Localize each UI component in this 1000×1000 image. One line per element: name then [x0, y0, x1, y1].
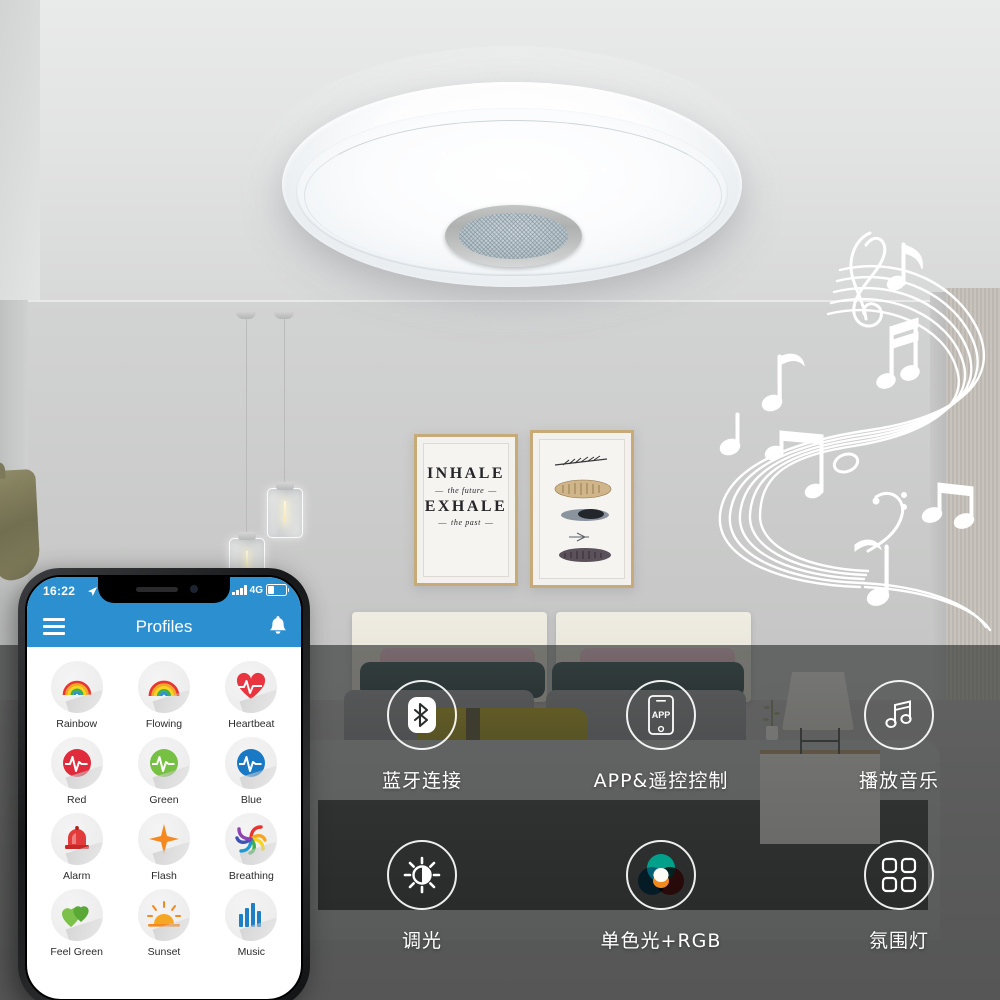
- bell-icon[interactable]: [267, 615, 289, 637]
- feature-bluetooth[interactable]: 蓝牙连接: [347, 680, 497, 793]
- color-swirl-icon: [225, 813, 278, 865]
- svg-text:APP: APP: [652, 710, 671, 720]
- profile-item-flash[interactable]: Flash: [120, 813, 207, 882]
- phone-screen: 16:22 4G Profiles Rainbow Flowing Heartb…: [25, 575, 303, 1000]
- status-time: 16:22: [43, 584, 76, 598]
- rgb-color-circles-icon: [626, 840, 696, 910]
- app-phone-icon: APP: [626, 680, 696, 750]
- profiles-grid-container: Rainbow Flowing Heartbeat Red Green Blue…: [27, 647, 301, 958]
- sunset-icon: [137, 889, 190, 941]
- feature-label: APP&遥控控制: [593, 770, 729, 792]
- poster-text-block: INHALE the future EXHALE the past: [417, 465, 515, 530]
- feature-label: 单色光+RGB: [600, 930, 722, 952]
- product-marketing-image: INHALE the future EXHALE the past: [0, 0, 1000, 1000]
- profile-label: Red: [67, 794, 87, 806]
- hamburger-menu-icon[interactable]: [43, 618, 65, 639]
- signal-bars-icon: [232, 585, 247, 595]
- profile-item-green[interactable]: Green: [120, 737, 207, 806]
- poster-line-inhale: INHALE: [426, 465, 506, 482]
- pendant-wire: [284, 318, 285, 488]
- green-pulse-icon: [137, 737, 190, 789]
- app-navbar: Profiles: [27, 607, 301, 647]
- profile-item-rainbow[interactable]: Rainbow: [33, 661, 120, 730]
- feature-ambient-light[interactable]: 氛围灯: [824, 840, 974, 953]
- profile-label: Music: [237, 946, 266, 958]
- earpiece-speaker: [136, 587, 178, 592]
- feature-play-music[interactable]: 播放音乐: [824, 680, 974, 793]
- music-bars-icon: [225, 889, 278, 941]
- green-hearts-icon: [50, 889, 103, 941]
- profile-item-sunset[interactable]: Sunset: [120, 889, 207, 958]
- heart-pulse-icon: [225, 661, 278, 713]
- network-label: 4G: [249, 584, 263, 596]
- feature-rgb[interactable]: 单色光+RGB: [586, 840, 736, 953]
- profile-item-music[interactable]: Music: [208, 889, 295, 958]
- pendant-filament: [284, 501, 286, 523]
- profile-label: Blue: [240, 794, 262, 806]
- status-right-cluster: 4G: [232, 584, 289, 596]
- pendant-lamp-right: [267, 482, 303, 538]
- blue-pulse-icon: [225, 737, 278, 789]
- front-camera: [190, 585, 198, 593]
- wall-art-poster-text: INHALE the future EXHALE the past: [414, 434, 518, 586]
- red-pulse-icon: [50, 737, 103, 789]
- location-arrow-icon: [87, 586, 98, 597]
- poster-line-the-future: the future: [417, 486, 515, 495]
- feature-label: 调光: [401, 930, 442, 952]
- wall-art-poster-feathers: [530, 430, 634, 588]
- ceiling-corner: [0, 0, 40, 330]
- profile-item-feel-green[interactable]: Feel Green: [33, 889, 120, 958]
- lamp-speaker: [445, 205, 582, 267]
- profile-item-heartbeat[interactable]: Heartbeat: [208, 661, 295, 730]
- profile-label: Feel Green: [50, 946, 103, 958]
- rainbow-icon: [50, 661, 103, 713]
- profile-label: Flash: [151, 870, 177, 882]
- bluetooth-icon: [387, 680, 457, 750]
- profile-item-flowing[interactable]: Flowing: [120, 661, 207, 730]
- feature-app-remote[interactable]: APP APP&遥控控制: [586, 680, 736, 793]
- poster-line-the-past: the past: [417, 518, 515, 527]
- hanging-garment: [0, 468, 41, 582]
- feature-label: 播放音乐: [858, 770, 939, 792]
- profile-item-breathing[interactable]: Breathing: [208, 813, 295, 882]
- music-note-icon: [864, 680, 934, 750]
- pendant-collar: [276, 482, 294, 490]
- profile-item-alarm[interactable]: Alarm: [33, 813, 120, 882]
- alarm-siren-icon: [50, 813, 103, 865]
- smartphone-mockup: 16:22 4G Profiles Rainbow Flowing Heartb…: [18, 568, 310, 1000]
- flash-star-icon: [137, 813, 190, 865]
- phone-notch: [98, 577, 230, 603]
- profile-label: Flowing: [145, 718, 183, 730]
- profile-label: Green: [149, 794, 179, 806]
- rainbow-flowing-icon: [137, 661, 190, 713]
- wall-ceiling-seam: [0, 300, 1000, 302]
- profile-item-red[interactable]: Red: [33, 737, 120, 806]
- pendant-collar: [238, 532, 256, 540]
- poster-line-exhale: EXHALE: [424, 497, 508, 515]
- feature-dimming[interactable]: 调光: [347, 840, 497, 953]
- profile-label: Breathing: [228, 870, 274, 882]
- profiles-grid: Rainbow Flowing Heartbeat Red Green Blue…: [33, 661, 295, 958]
- speaker-mesh: [459, 213, 568, 259]
- pendant-wire: [246, 318, 247, 538]
- brightness-dimming-icon: [387, 840, 457, 910]
- feature-label: 氛围灯: [868, 930, 929, 952]
- profile-label: Alarm: [62, 870, 91, 882]
- battery-icon: [266, 584, 289, 596]
- profile-label: Sunset: [147, 946, 181, 958]
- profile-item-blue[interactable]: Blue: [208, 737, 295, 806]
- sparkle-icon: [442, 152, 444, 154]
- page-title: Profiles: [135, 617, 193, 636]
- four-squares-icon: [864, 840, 934, 910]
- sparkle-icon: [602, 168, 605, 171]
- profile-label: Heartbeat: [228, 718, 275, 730]
- feathers-icon: [554, 455, 612, 562]
- profile-label: Rainbow: [56, 718, 98, 730]
- feature-label: 蓝牙连接: [381, 770, 462, 792]
- ceiling-lamp: [242, 46, 782, 336]
